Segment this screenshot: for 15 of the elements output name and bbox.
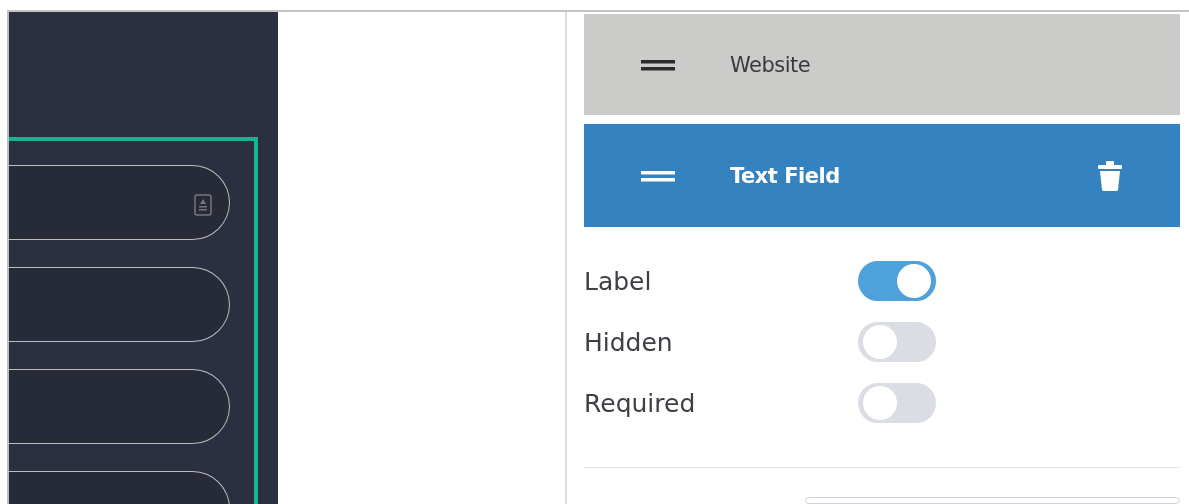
toggle-switch[interactable] [858,261,936,301]
option-label: Hidden [584,327,674,357]
pill-field[interactable] [9,369,230,444]
field-label: Text Field [730,163,841,188]
file-icon [194,194,212,216]
trash-icon[interactable] [1098,160,1122,191]
drag-handle-icon[interactable] [641,57,675,72]
field-list-item[interactable]: Text Field [584,124,1180,227]
field-label: Website [730,52,812,77]
pill-field[interactable] [9,165,230,240]
option-label: Label [584,266,653,296]
pill-field[interactable] [9,267,230,342]
drag-handle-icon[interactable] [641,168,675,183]
option-label: Required [584,388,697,418]
field-list-item[interactable]: Website [584,14,1180,115]
